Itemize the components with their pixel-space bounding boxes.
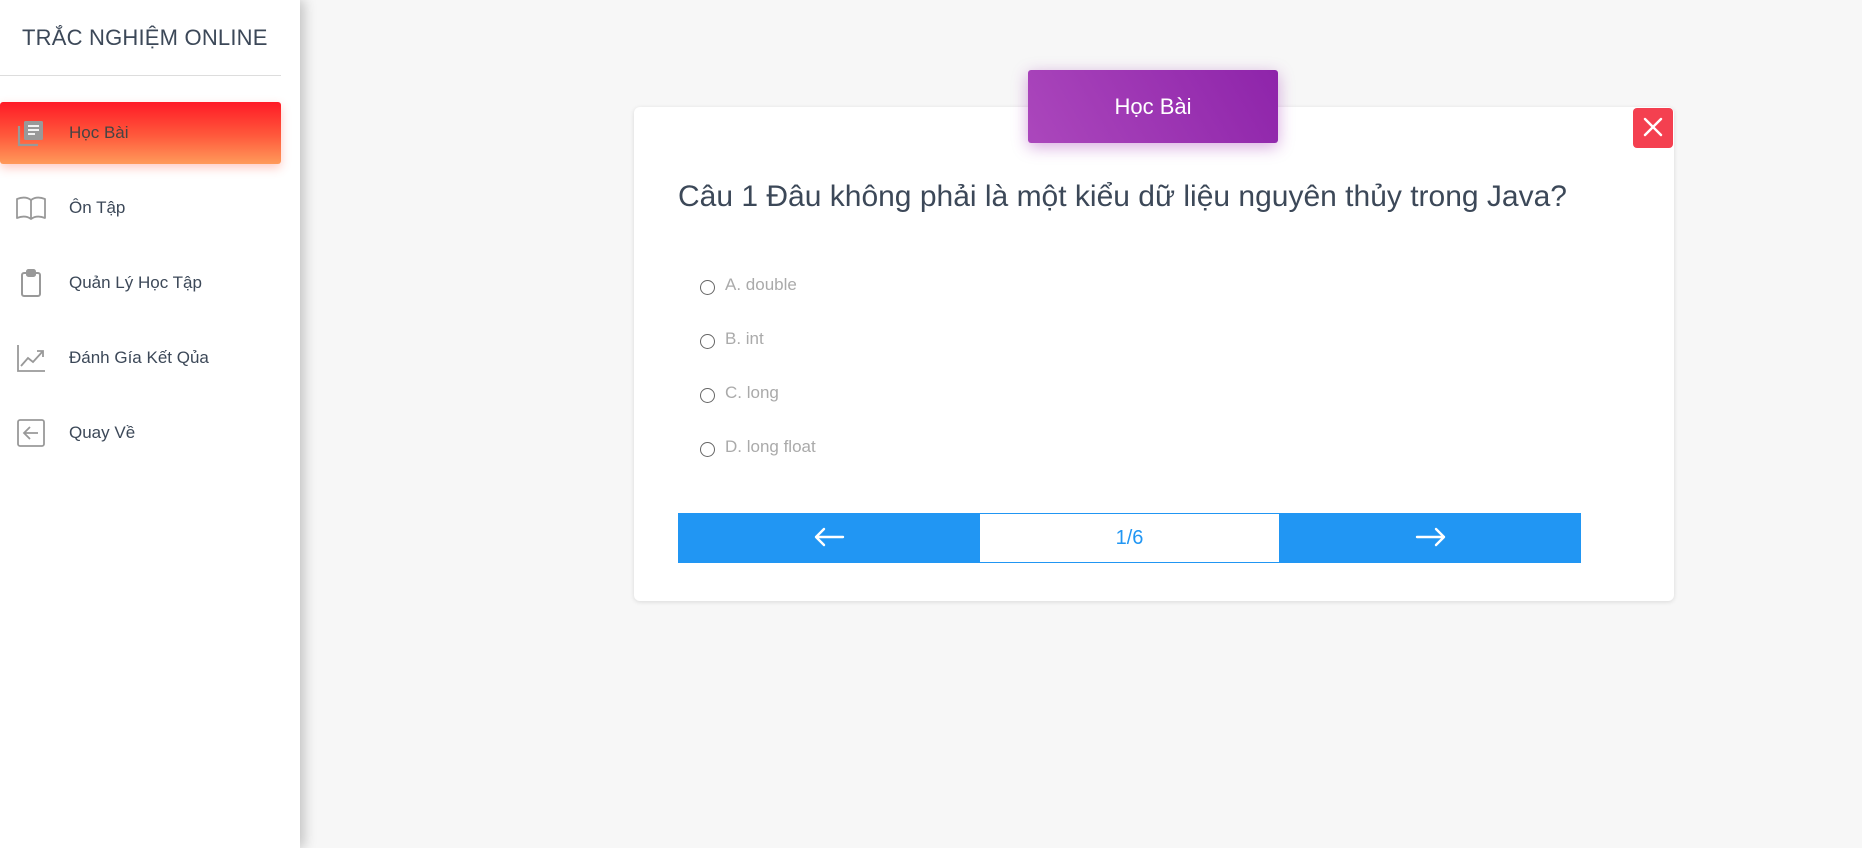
answer-option-a[interactable]: A. double [700, 258, 816, 312]
option-label: D. long float [725, 437, 816, 456]
sidebar-item-label: Ôn Tập [69, 198, 126, 217]
brand-title: TRẮC NGHIỆM ONLINE [22, 24, 268, 50]
sidebar-item-quan-ly-hoc-tap[interactable]: Quản Lý Học Tập [0, 252, 281, 314]
logout-arrow-icon [15, 417, 47, 449]
radio-button[interactable] [700, 441, 715, 457]
sidebar-item-label: Đánh Gía Kết Qủa [69, 348, 209, 367]
question-counter: 1/6 [979, 513, 1280, 563]
radio-button[interactable] [700, 387, 715, 403]
question-text: Câu 1 Đâu không phải là một kiểu dữ liệu… [678, 180, 1567, 213]
brand-divider [0, 75, 281, 76]
sidebar-nav: Học Bài Ôn Tập Quản Lý Học Tập Đánh Gía … [0, 102, 300, 464]
sidebar-item-label: Quay Về [69, 423, 136, 442]
close-icon [1642, 116, 1664, 141]
option-label: A. double [725, 275, 797, 294]
trending-up-icon [15, 342, 47, 374]
radio-button[interactable] [700, 279, 715, 295]
sidebar-item-hoc-bai[interactable]: Học Bài [0, 102, 281, 164]
sidebar-item-label: Học Bài [69, 123, 129, 142]
answer-option-c[interactable]: C. long [700, 366, 816, 420]
book-open-icon [15, 192, 47, 224]
answer-option-d[interactable]: D. long float [700, 420, 816, 474]
card-header: Học Bài [1028, 70, 1278, 143]
answer-option-b[interactable]: B. int [700, 312, 816, 366]
library-books-icon [15, 117, 47, 149]
previous-question-button[interactable] [678, 513, 979, 563]
clipboard-icon [15, 267, 47, 299]
option-label: C. long [725, 383, 779, 402]
next-question-button[interactable] [1280, 513, 1581, 563]
sidebar-item-danh-gia-ket-qua[interactable]: Đánh Gía Kết Qủa [0, 327, 281, 389]
question-pager: 1/6 [678, 513, 1581, 563]
option-label: B. int [725, 329, 764, 348]
answer-options: A. double B. int C. long D. long float [700, 258, 816, 474]
sidebar-item-quay-ve[interactable]: Quay Về [0, 402, 281, 464]
arrow-right-icon [1415, 527, 1447, 550]
close-button[interactable] [1633, 108, 1673, 148]
sidebar-item-on-tap[interactable]: Ôn Tập [0, 177, 281, 239]
sidebar-item-label: Quản Lý Học Tập [69, 273, 202, 292]
radio-button[interactable] [700, 333, 715, 349]
arrow-left-icon [813, 527, 845, 550]
sidebar: TRẮC NGHIỆM ONLINE Học Bài Ôn Tập Quản L… [0, 0, 300, 848]
